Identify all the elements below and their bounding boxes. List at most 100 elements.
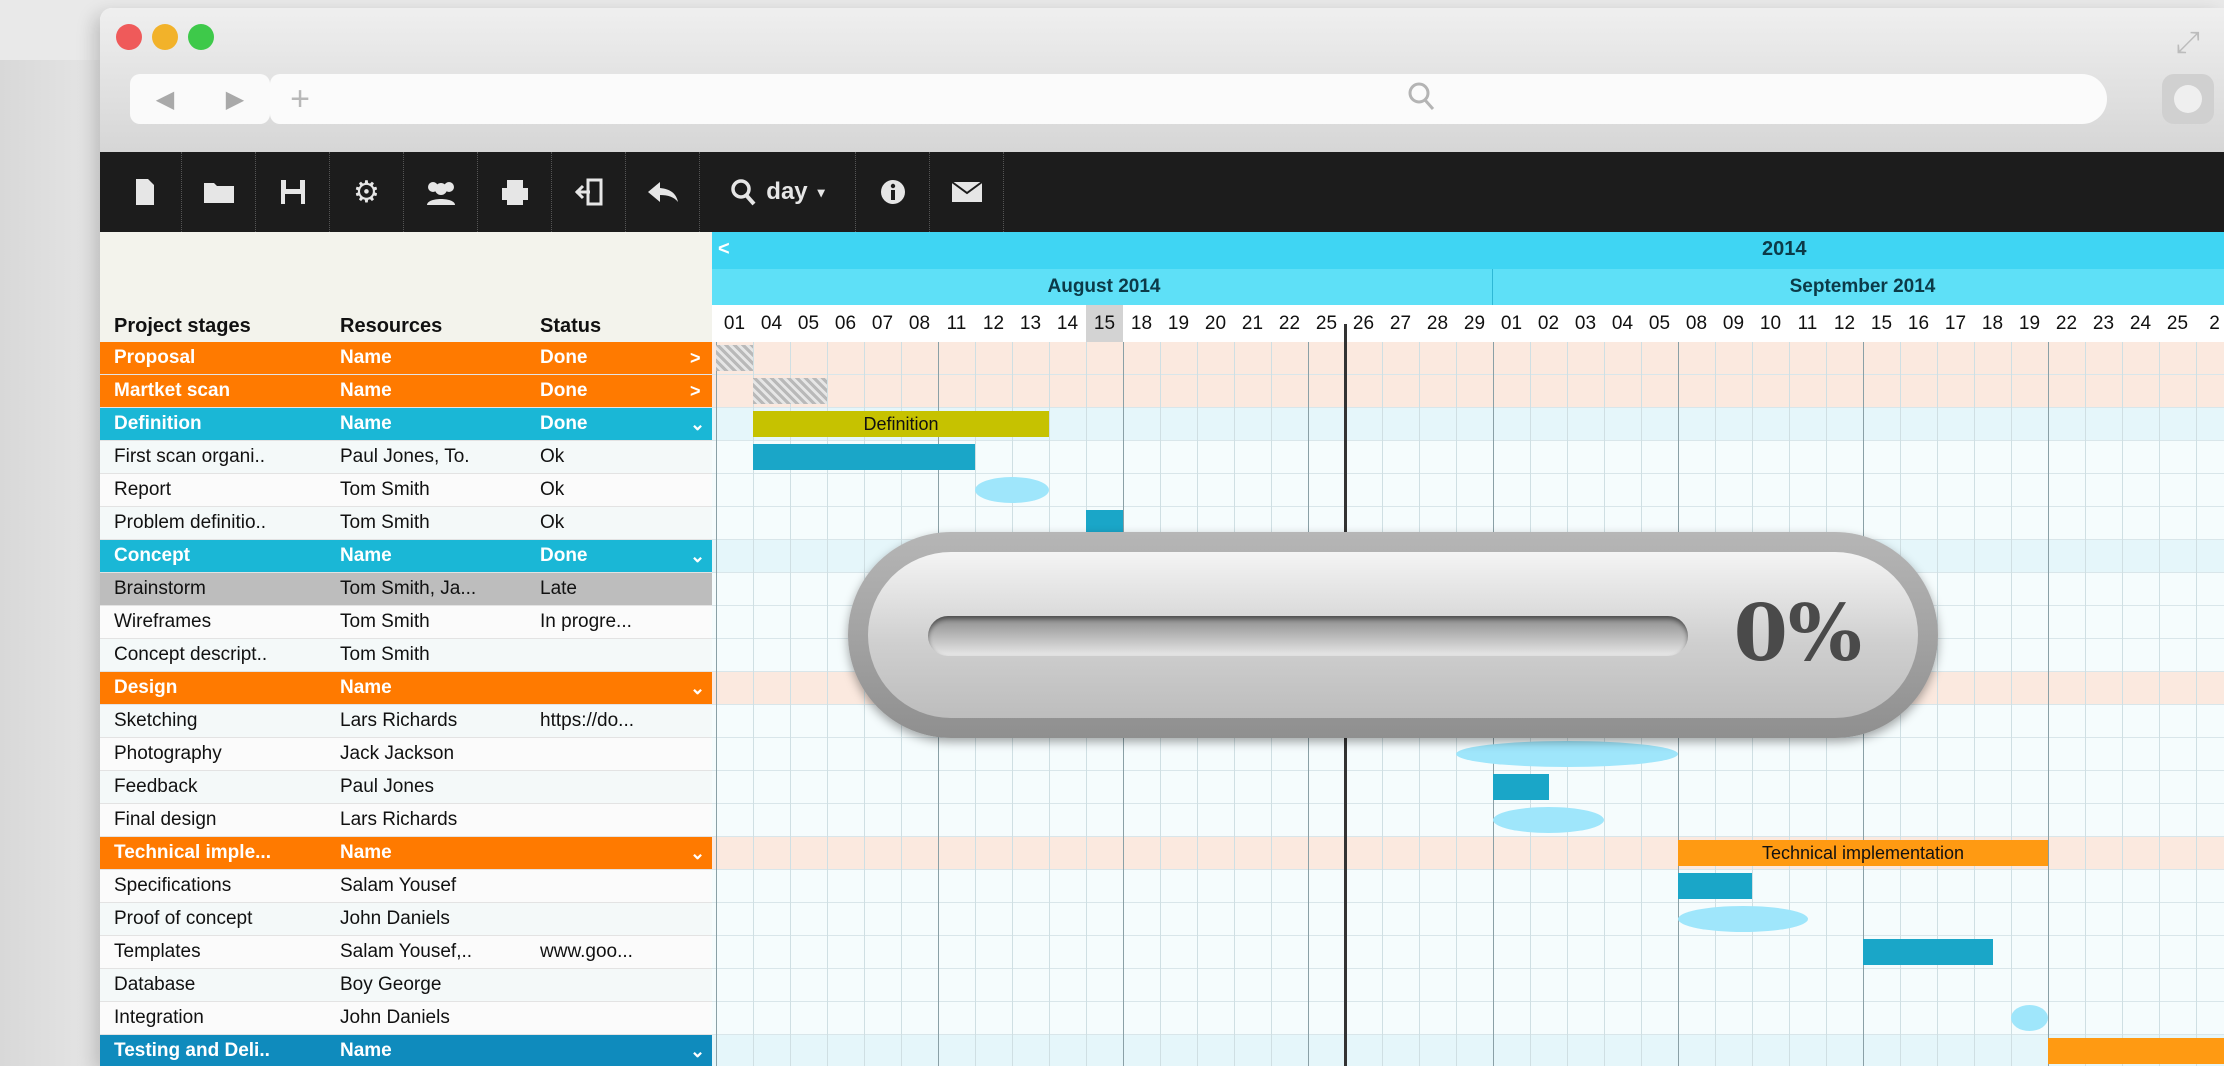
close-window-button[interactable] <box>116 24 142 50</box>
gantt-bar[interactable] <box>753 378 827 404</box>
new-tab-button[interactable]: + <box>270 80 330 119</box>
task-row[interactable]: Feedback Paul Jones <box>100 771 712 804</box>
timeline-month-header: August 2014 September 2014 <box>712 269 2224 305</box>
gantt-bar[interactable] <box>975 477 1049 503</box>
back-button[interactable]: ◀ <box>156 85 174 114</box>
info-icon[interactable] <box>856 152 930 232</box>
print-icon[interactable] <box>478 152 552 232</box>
resources-cell: Paul Jones <box>340 776 435 797</box>
task-row[interactable]: Database Boy George <box>100 969 712 1002</box>
task-row[interactable]: Integration John Daniels <box>100 1002 712 1035</box>
stage-cell: Definition <box>114 413 202 434</box>
expand-chevron-icon[interactable]: > <box>690 348 701 369</box>
column-header-stage[interactable]: Project stages <box>114 315 251 338</box>
resources-cell: Salam Yousef,.. <box>340 941 473 962</box>
gantt-row <box>712 969 2224 1002</box>
expand-chevron-icon[interactable]: > <box>690 381 701 402</box>
maximize-window-button[interactable] <box>188 24 214 50</box>
app-toolbar: ⚙ day ▾ <box>100 152 2224 232</box>
minimize-window-button[interactable] <box>152 24 178 50</box>
fullscreen-icon[interactable]: ⤢ <box>2176 26 2200 60</box>
exit-icon[interactable] <box>552 152 626 232</box>
undo-icon[interactable] <box>626 152 700 232</box>
day-label: 11 <box>946 313 967 334</box>
task-row[interactable]: Brainstorm Tom Smith, Ja... Late <box>100 573 712 606</box>
task-row[interactable]: Proof of concept John Daniels <box>100 903 712 936</box>
forward-button[interactable]: ▶ <box>226 85 244 114</box>
task-row[interactable]: First scan organi.. Paul Jones, To. Ok <box>100 441 712 474</box>
group-row[interactable]: Martket scan Name Done > <box>100 375 712 408</box>
timeline-year-label: 2014 <box>1762 238 1807 260</box>
task-row[interactable]: Photography Jack Jackson <box>100 738 712 771</box>
task-row[interactable]: Wireframes Tom Smith In progre... <box>100 606 712 639</box>
stage-cell: Templates <box>114 941 201 962</box>
zoom-scale-dropdown[interactable]: day ▾ <box>700 152 856 232</box>
day-label: 22 <box>1278 313 1301 334</box>
gantt-bar[interactable] <box>1863 939 1993 965</box>
task-row[interactable]: Report Tom Smith Ok <box>100 474 712 507</box>
task-row[interactable]: Concept descript.. Tom Smith <box>100 639 712 672</box>
timeline-year-header: < 2014 <box>712 232 2224 269</box>
settings-icon[interactable]: ⚙ <box>330 152 404 232</box>
status-cell: https://do... <box>540 710 634 731</box>
status-cell: Ok <box>540 479 565 500</box>
day-label: 12 <box>982 313 1005 334</box>
day-label: 25 <box>1315 313 1338 334</box>
task-row[interactable]: Problem definitio.. Tom Smith Ok <box>100 507 712 540</box>
gantt-bar[interactable] <box>716 345 753 371</box>
zoom-icon <box>731 179 756 206</box>
gantt-row <box>712 1002 2224 1035</box>
browser-search-input[interactable] <box>1385 74 2107 124</box>
stage-cell: Final design <box>114 809 217 830</box>
group-row[interactable]: Proposal Name Done > <box>100 342 712 375</box>
day-label: 02 <box>1537 313 1560 334</box>
task-row[interactable]: Sketching Lars Richards https://do... <box>100 705 712 738</box>
gantt-bar[interactable] <box>1678 906 1808 932</box>
new-file-icon[interactable] <box>108 152 182 232</box>
address-bar[interactable]: + ↻ <box>270 74 1464 124</box>
timeline-prev-button[interactable]: < <box>718 238 730 261</box>
users-icon[interactable] <box>404 152 478 232</box>
gantt-row <box>712 903 2224 936</box>
open-folder-icon[interactable] <box>182 152 256 232</box>
day-label: 04 <box>1611 313 1634 334</box>
gantt-bar[interactable] <box>753 444 975 470</box>
stage-cell: Problem definitio.. <box>114 512 267 533</box>
collapse-chevron-icon[interactable]: ⌄ <box>690 546 705 567</box>
task-row[interactable]: Final design Lars Richards <box>100 804 712 837</box>
collapse-chevron-icon[interactable]: ⌄ <box>690 414 705 435</box>
gantt-row <box>712 870 2224 903</box>
group-row[interactable]: Testing and Deli.. Name ⌄ <box>100 1035 712 1066</box>
group-row[interactable]: Concept Name Done ⌄ <box>100 540 712 573</box>
column-header-resources[interactable]: Resources <box>340 315 442 338</box>
task-row[interactable]: Templates Salam Yousef,.. www.goo... <box>100 936 712 969</box>
group-row[interactable]: Design Name ⌄ <box>100 672 712 705</box>
month-label: September 2014 <box>1493 269 2224 305</box>
gantt-bar[interactable]: Technical implementation <box>1678 840 2048 866</box>
group-row[interactable]: Definition Name Done ⌄ <box>100 408 712 441</box>
stage-cell: Design <box>114 677 178 698</box>
group-row[interactable]: Technical imple... Name ⌄ <box>100 837 712 870</box>
save-icon[interactable] <box>256 152 330 232</box>
task-row[interactable]: Specifications Salam Yousef <box>100 870 712 903</box>
collapse-chevron-icon[interactable]: ⌄ <box>690 678 705 699</box>
browser-chrome: ◀ ▶ + ↻ ⤢ <box>100 8 2224 152</box>
gantt-row <box>712 375 2224 408</box>
gantt-bar[interactable] <box>1678 873 1752 899</box>
extension-button[interactable] <box>2162 74 2214 124</box>
mail-icon[interactable] <box>930 152 1004 232</box>
column-header-status[interactable]: Status <box>540 315 601 338</box>
gantt-bar[interactable] <box>1493 774 1549 800</box>
gantt-bar[interactable]: Definition <box>753 411 1049 437</box>
day-label: 16 <box>1907 313 1930 334</box>
day-label: 04 <box>760 313 783 334</box>
gantt-bar[interactable] <box>1493 807 1604 833</box>
collapse-chevron-icon[interactable]: ⌄ <box>690 1041 705 1062</box>
gantt-row <box>712 771 2224 804</box>
gantt-bar[interactable] <box>1456 741 1678 767</box>
resources-cell: Name <box>340 380 392 401</box>
day-label: 13 <box>1019 313 1042 334</box>
gantt-bar[interactable] <box>2011 1005 2048 1031</box>
collapse-chevron-icon[interactable]: ⌄ <box>690 843 705 864</box>
gantt-bar[interactable] <box>2048 1038 2224 1064</box>
